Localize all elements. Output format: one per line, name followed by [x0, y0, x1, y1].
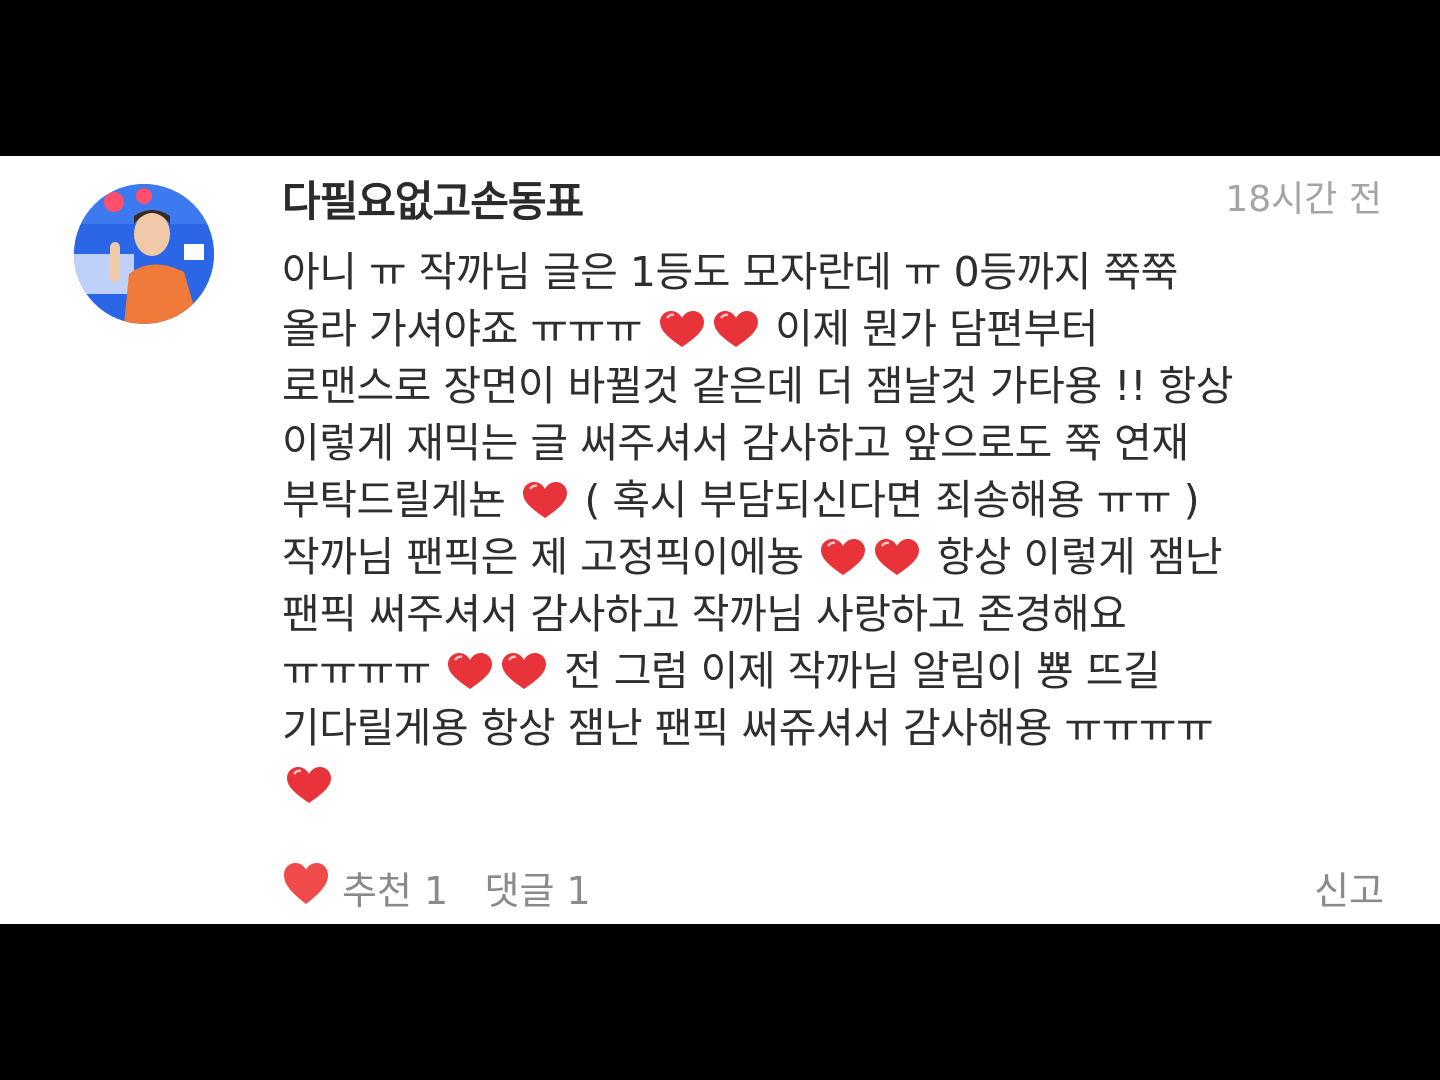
comment-text: ㅠㅠㅠㅠ: [282, 647, 444, 695]
comment-text: 로맨스로 장면이 바뀔것 같은데 더 잼날것 가타용 !! 항상: [282, 362, 1233, 410]
reply-label[interactable]: 댓글: [484, 869, 554, 913]
comment-line: 아니 ㅠ 작까님 글은 1등도 모자란데 ㅠ 0등까지 쭉쭉: [282, 244, 1392, 301]
timestamp: 18시간 전: [1225, 179, 1382, 220]
comment-line: 기다릴게용 항상 잼난 팬픽 써쥬셔서 감사해용 ㅠㅠㅠㅠ: [282, 700, 1392, 757]
comment-line: 올라 가셔야죠 ㅠㅠㅠ 이제 뭔가 담편부터: [282, 301, 1392, 358]
comment-text: 항상 이렇게 잼난: [924, 533, 1223, 581]
heart-emoji-icon: [287, 767, 331, 803]
heart-emoji-icon: [502, 653, 547, 689]
heart-emoji-icon: [448, 653, 493, 689]
recommend-count: 1: [424, 869, 449, 913]
comment-text: 전 그럼 이제 작까님 알림이 뿅 뜨길: [551, 647, 1161, 695]
avatar-photo: [74, 184, 214, 324]
heart-emoji-icon: [875, 539, 919, 575]
comment-line: 이렇게 재믹는 글 써주셔서 감사하고 앞으로도 쭉 연재: [282, 415, 1392, 472]
like-heart-icon[interactable]: [282, 860, 330, 908]
username[interactable]: 다필요없고손동표: [282, 168, 584, 229]
comment-text: ( 혹시 부담되신다면 죄송해용 ㅠㅠ ): [571, 476, 1200, 524]
comment-text: 팬픽 써주셔서 감사하고 작까님 사랑하고 존경해요: [282, 590, 1127, 638]
heart-emoji-icon: [659, 311, 704, 347]
comment-line: 팬픽 써주셔서 감사하고 작까님 사랑하고 존경해요: [282, 586, 1392, 643]
comment-text: 작까님 팬픽은 제 고정픽이에뇽: [282, 533, 816, 581]
recommend-label[interactable]: 추천: [342, 869, 412, 913]
heart-emoji-icon: [713, 311, 758, 347]
heart-emoji-icon: [522, 482, 567, 518]
comment-line: ㅠㅠㅠㅠ 전 그럼 이제 작까님 알림이 뿅 뜨길: [282, 643, 1392, 700]
comment-line: 작까님 팬픽은 제 고정픽이에뇽 항상 이렇게 잼난: [282, 529, 1392, 586]
heart-emoji-icon: [821, 539, 865, 575]
comment-text: 부탁드릴게뇬: [282, 476, 518, 524]
avatar[interactable]: [74, 184, 214, 324]
comment-text: 기다릴게용 항상 잼난 팬픽 써쥬셔서 감사해용 ㅠㅠㅠㅠ: [282, 704, 1214, 752]
comment-line: 로맨스로 장면이 바뀔것 같은데 더 잼날것 가타용 !! 항상: [282, 358, 1392, 415]
comment-text: 올라 가셔야죠 ㅠㅠㅠ: [282, 305, 655, 353]
comment-text: 이제 뭔가 담편부터: [762, 305, 1098, 353]
comment-line: 부탁드릴게뇬 ( 혹시 부담되신다면 죄송해용 ㅠㅠ ): [282, 472, 1392, 529]
reply-count: 1: [566, 869, 591, 913]
comment-line: [282, 757, 1392, 814]
comment-text: 이렇게 재믹는 글 써주셔서 감사하고 앞으로도 쭉 연재: [282, 419, 1189, 467]
comment-footer: 추천 1 댓글 1 신고: [282, 856, 1384, 916]
report-button[interactable]: 신고: [1314, 860, 1384, 915]
comment-text: 아니 ㅠ 작까님 글은 1등도 모자란데 ㅠ 0등까지 쭉쭉: [282, 248, 1178, 296]
reaction-counts: 추천 1 댓글 1: [342, 860, 591, 915]
comment-body: 아니 ㅠ 작까님 글은 1등도 모자란데 ㅠ 0등까지 쭉쭉올라 가셔야죠 ㅠㅠ…: [282, 244, 1392, 814]
